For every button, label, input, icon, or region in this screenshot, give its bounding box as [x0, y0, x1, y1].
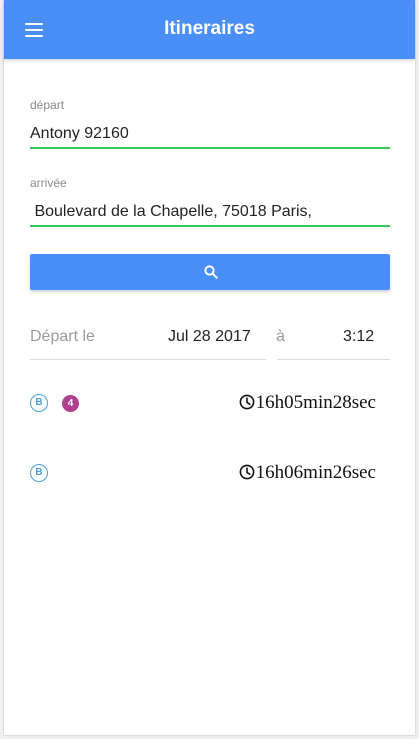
depart-input[interactable] — [30, 121, 390, 149]
route-duration: 16h06min26sec — [239, 462, 376, 484]
line-4-badge: 4 — [62, 395, 79, 412]
date-label: Départ le — [30, 328, 95, 345]
search-button[interactable] — [30, 254, 390, 290]
date-time-row: Départ le Jul 28 2017 à 3:12 — [30, 316, 390, 360]
rer-b-line-badge: B — [30, 394, 48, 412]
top-app-bar: Itineraires — [4, 0, 415, 59]
search-icon — [204, 265, 218, 279]
clock-icon — [239, 394, 255, 410]
depart-label: départ — [30, 98, 65, 112]
arrivee-input[interactable] — [30, 199, 390, 227]
date-picker[interactable]: Jul 28 2017 — [168, 328, 251, 346]
duration-text: 16h05min28sec — [255, 392, 376, 413]
page-title: Itineraires — [164, 18, 255, 39]
duration-text: 16h06min26sec — [255, 462, 376, 483]
route-result-item[interactable]: B 4 16h05min28sec — [30, 388, 390, 428]
arrivee-label: arrivée — [30, 176, 67, 190]
time-picker[interactable]: 3:12 — [343, 328, 374, 346]
time-underline — [277, 359, 390, 360]
time-label: à — [276, 328, 285, 345]
app-screen: Itineraires départ arrivée Départ le Jul… — [4, 0, 415, 735]
rer-b-line-badge: B — [30, 464, 48, 482]
clock-icon — [239, 464, 255, 480]
route-duration: 16h05min28sec — [239, 392, 376, 414]
date-underline — [30, 359, 266, 360]
route-result-item[interactable]: B 16h06min26sec — [30, 458, 390, 498]
